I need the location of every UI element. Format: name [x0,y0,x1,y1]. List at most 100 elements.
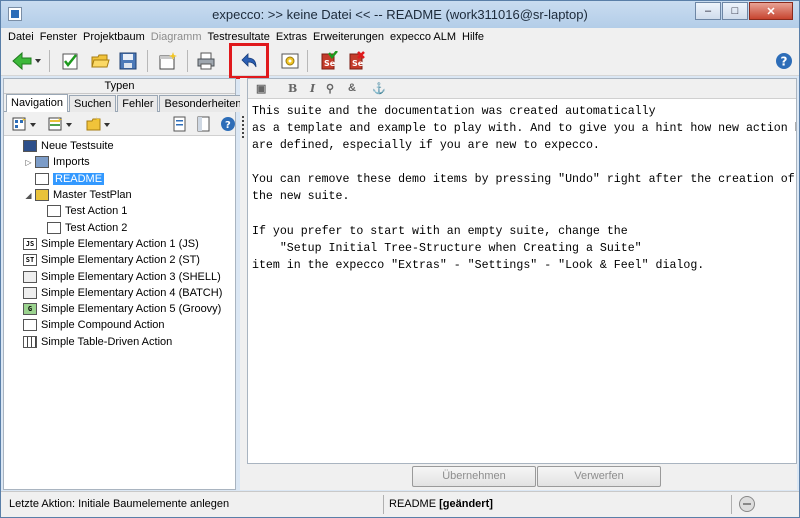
bold-icon[interactable]: B [288,82,297,95]
document-status: README [geändert] [389,498,493,510]
new-window-icon [159,52,177,70]
table-action-icon [23,335,37,348]
anchor-icon[interactable]: ⚓ [372,82,386,95]
run-test-button[interactable]: Se [317,50,339,72]
tree-item-label: Simple Elementary Action 3 (SHELL) [41,270,221,283]
apply-button[interactable]: Übernehmen [412,466,536,487]
toolbar-separator [147,50,148,72]
add-folder-icon[interactable] [86,116,118,132]
types-header[interactable]: Typen [4,79,235,94]
tree-item-label: Simple Elementary Action 2 (ST) [41,254,200,267]
menu-extras[interactable]: Extras [273,31,310,43]
tree-item[interactable]: Simple Elementary Action 4 (BATCH) [4,285,235,301]
tree-item[interactable]: ▷ Imports [4,154,235,170]
tab-suchen[interactable]: Suchen [68,95,117,112]
editor-button-row: Übernehmen Verwerfen [247,464,797,490]
settings-icon [281,53,299,69]
status-bar: Letzte Aktion: Initiale Baumelemente anl… [1,491,799,517]
tree-expander-icon[interactable]: ◢ [24,191,33,200]
menu-projektbaum[interactable]: Projektbaum [80,31,148,43]
tab-fehler[interactable]: Fehler [117,95,159,112]
tab-besonderheiten[interactable]: Besonderheiten [159,95,247,112]
tree-item-label: Imports [53,156,90,169]
tree-item-label: Simple Compound Action [41,319,165,332]
splitter-handle[interactable] [242,116,244,138]
save-icon [119,52,137,70]
batch-action-icon [23,286,37,299]
toolbar-separator [49,50,50,72]
suite-icon [23,140,37,153]
format-toolbar: ▣ B I ⚲ & ⚓ [248,79,796,99]
new-window-button[interactable] [157,50,179,72]
documentation-text[interactable]: This suite and the documentation was cre… [252,103,796,461]
menu-expecco-alm[interactable]: expecco ALM [387,31,459,43]
tree-item[interactable]: Simple Elementary Action 3 (SHELL) [4,268,235,284]
document-name: README [389,498,437,510]
checklist-button[interactable] [59,50,81,72]
tree-item-label: Simple Elementary Action 5 (Groovy) [41,303,222,316]
test-action-icon [47,205,61,218]
menu-testresultate[interactable]: Testresultate [204,31,272,43]
tree-item-label: Master TestPlan [53,189,132,202]
open-folder-icon [91,54,110,68]
panel-splitter[interactable] [240,78,247,490]
tree-item[interactable]: Test Action 1 [4,203,235,219]
menu-hilfe[interactable]: Hilfe [459,31,487,43]
close-button[interactable]: ✕ [749,2,793,20]
discard-button[interactable]: Verwerfen [537,466,661,487]
svg-text:Se: Se [352,59,364,68]
back-button[interactable] [9,50,43,72]
tab-navigation[interactable]: Navigation [6,94,68,112]
settings-button[interactable] [279,50,301,72]
special-char-icon[interactable]: & [348,82,356,94]
image-icon[interactable]: ▣ [256,82,266,95]
tree-item[interactable]: Simple Compound Action [4,317,235,333]
menu-diagramm[interactable]: Diagramm [148,31,205,43]
document-icon [35,172,49,185]
changed-flag: [geändert] [439,498,493,510]
tree-item[interactable]: ST Simple Elementary Action 2 (ST) [4,252,235,268]
add-testplan-icon[interactable] [48,116,80,132]
toolbar-separator [307,50,308,72]
help-icon[interactable]: ? [220,116,236,132]
tree-item[interactable]: Neue Testsuite [4,138,235,154]
groovy-action-icon: G [23,303,37,316]
help-icon: ? [776,53,792,69]
open-button[interactable] [89,50,111,72]
tree-expander-icon[interactable]: ▷ [24,158,33,167]
tree-item[interactable]: Test Action 2 [4,219,235,235]
collapse-tree-icon[interactable] [172,116,188,132]
window-title: expecco: >> keine Datei << -- README (wo… [212,7,588,22]
svg-text:?: ? [781,55,788,69]
filter-tree-icon[interactable] [196,116,212,132]
tree-item-label: Test Action 2 [65,221,128,234]
print-icon [197,52,215,70]
help-button[interactable]: ? [773,50,795,72]
stop-test-button[interactable]: Se [345,50,367,72]
italic-icon[interactable]: I [310,82,315,95]
connection-status-icon [739,496,755,512]
tree-item[interactable]: ◢ Master TestPlan [4,187,235,203]
documentation-editor-panel: ▣ B I ⚲ & ⚓ This suite and the documenta… [247,78,797,464]
link-icon[interactable]: ⚲ [326,82,334,95]
menu-erweiterungen[interactable]: Erweiterungen [310,31,387,43]
menu-fenster[interactable]: Fenster [37,31,80,43]
print-button[interactable] [195,50,217,72]
maximize-button[interactable]: □ [722,2,748,20]
tree-item-label: Simple Elementary Action 4 (BATCH) [41,286,223,299]
panel-tabs: Navigation Suchen Fehler Besonderheiten [4,94,247,112]
svg-text:Se: Se [324,59,336,68]
add-element-icon[interactable] [12,116,44,132]
title-bar[interactable]: expecco: >> keine Datei << -- README (wo… [1,1,799,28]
status-divider [383,495,384,514]
last-action-status: Letzte Aktion: Initiale Baumelemente anl… [9,498,230,510]
imports-icon [35,156,49,169]
save-button[interactable] [117,50,139,72]
menu-datei[interactable]: Datei [5,31,37,43]
tree-item[interactable]: G Simple Elementary Action 5 (Groovy) [4,301,235,317]
tree-item[interactable]: JS Simple Elementary Action 1 (JS) [4,236,235,252]
tree-item[interactable]: Simple Table-Driven Action [4,334,235,350]
js-action-icon: JS [23,237,37,250]
tree-item[interactable]: README [4,171,235,187]
minimize-button[interactable]: – [695,2,721,20]
